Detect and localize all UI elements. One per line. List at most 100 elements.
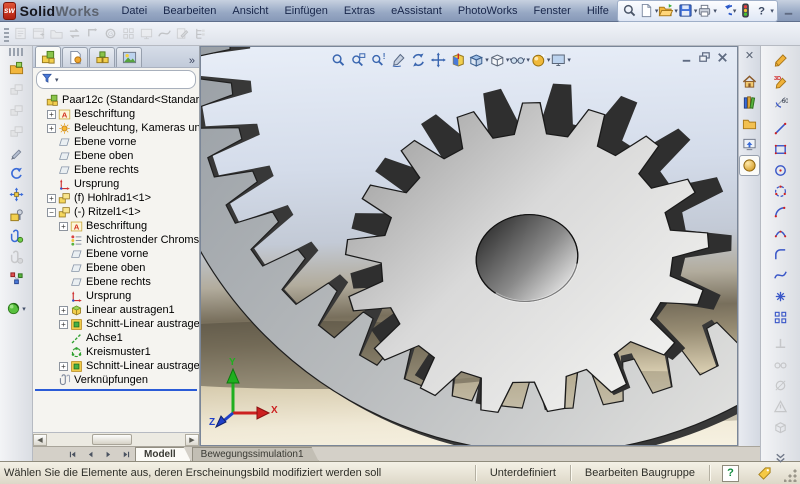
featuremanager-tab[interactable] [35,46,61,67]
appearances-tab[interactable] [740,156,759,175]
panel-overflow-chevron-icon[interactable]: » [189,55,195,67]
menu-eassistant[interactable]: eAssistant [383,3,450,19]
tree-item-verknüpfungen[interactable]: Verknüpfungen [33,373,199,387]
circular-sketch-pattern[interactable] [770,181,792,202]
exploded-view[interactable] [5,268,27,289]
tree-item-ursprung[interactable]: Ursprung [33,177,199,191]
search[interactable] [621,2,639,20]
scrollbar-thumb[interactable] [92,434,132,445]
doc-close[interactable] [713,50,731,65]
expand-icon[interactable]: + [59,222,68,231]
menu-photoworks[interactable]: PhotoWorks [450,3,526,19]
tags-icon[interactable] [757,466,772,481]
filter-dropdown-arrow[interactable]: ▾ [55,76,59,84]
tree-item-schnitt-linear-austragen2[interactable]: +Schnitt-Linear austragen2 [33,359,199,373]
collapse-icon[interactable]: − [47,208,56,217]
expand-icon[interactable]: + [59,362,68,371]
minimize-window[interactable] [780,2,798,20]
tree-item-beleuchtung-kameras-und-büh[interactable]: +Beleuchtung, Kameras und Büh [33,121,199,135]
graphics-viewport[interactable]: !▾▾▾▾▾ Y X Z [200,46,738,446]
doc-tab-modell[interactable]: Modell [135,447,191,461]
new-motion-study[interactable]: ▾ [5,298,27,319]
menu-extras[interactable]: Extras [336,3,383,19]
tree-item-beschriftung[interactable]: +ABeschriftung [33,107,199,121]
linear-sketch-pattern[interactable] [770,307,792,328]
expand-icon[interactable]: + [47,124,56,133]
doc-minimize[interactable] [677,50,695,65]
menu-bearbeiten[interactable]: Bearbeiten [155,3,224,19]
3d-sketch[interactable]: 3D [770,71,792,92]
tree-item-nichtrostender-chromstahl[interactable]: Nichtrostender Chromstahl [33,233,199,247]
tree-item-ebene-rechts[interactable]: Ebene rechts [33,275,199,289]
display-style[interactable]: ▾ [489,50,510,69]
configurationmanager-tab[interactable] [89,47,115,67]
3-point-arc[interactable] [770,223,792,244]
edit-appearance[interactable]: ▾ [530,50,551,69]
menu-einf-gen[interactable]: Einfügen [276,3,335,19]
rotate-view-stylus[interactable] [388,50,408,69]
view-orientation[interactable]: ▾ [468,50,489,69]
tree-item-ursprung[interactable]: Ursprung [33,289,199,303]
rollback-bar[interactable] [35,389,197,391]
interference-check-traffic-light[interactable] [736,2,754,20]
zoom-to-area[interactable] [348,50,368,69]
rotate-view[interactable] [408,50,428,69]
print[interactable]: ▾ [697,2,717,20]
tree-item-ebene-oben[interactable]: Ebene oben [33,149,199,163]
move-component[interactable] [5,184,27,205]
resize-grip[interactable] [784,468,798,482]
tree-filter-input[interactable]: ▾ [36,70,196,89]
circle[interactable] [770,160,792,181]
more-tools[interactable] [770,447,792,468]
zoom-to-fit[interactable]: ! [368,50,388,69]
tree-item-ebene-vorne[interactable]: Ebene vorne [33,247,199,261]
expand-icon[interactable]: + [59,306,68,315]
scroll-right-button[interactable]: ▶ [185,434,199,446]
smart-dimension[interactable]: 60 [770,92,792,113]
task-pane-close-icon[interactable]: ✕ [745,49,754,62]
tree-item-ebene-vorne[interactable]: Ebene vorne [33,135,199,149]
solidworks-resources-tab[interactable] [740,72,759,91]
propertymanager-tab[interactable] [62,47,88,67]
tree-item-achse1[interactable]: Achse1 [33,331,199,345]
line[interactable] [770,118,792,139]
open-document[interactable]: ▾ [658,2,678,20]
smart-fasteners[interactable] [5,205,27,226]
view-palette-tab[interactable] [740,135,759,154]
tree-item-schnitt-linear-austragen1[interactable]: +Schnitt-Linear austragen1 [33,317,199,331]
mate[interactable] [5,226,27,247]
section-view[interactable] [448,50,468,69]
doc-restore[interactable] [695,50,713,65]
menu-hilfe[interactable]: Hilfe [579,3,617,19]
expand-icon[interactable]: + [47,110,56,119]
tree-item-paar12c-standard-standard-anz[interactable]: Paar12c (Standard<Standard_Anz [33,93,199,107]
design-library-tab[interactable] [740,93,759,112]
tree-item-f-hohlrad1-1[interactable]: +(f) Hohlrad1<1> [33,191,199,205]
tangent-arc[interactable] [770,202,792,223]
new-document[interactable]: ▾ [639,2,659,20]
save[interactable]: ▾ [678,2,698,20]
tree-item-ebene-rechts[interactable]: Ebene rechts [33,163,199,177]
edit-component-pen[interactable] [5,142,27,163]
dropdown-arrow[interactable]: ▾ [770,7,774,15]
menu-fenster[interactable]: Fenster [526,3,579,19]
tree-item-ritzel1-1[interactable]: −(-) Ritzel1<1> [33,205,199,219]
toolbar-drag-handle[interactable] [9,48,23,56]
insert-component[interactable] [5,58,27,79]
tree-item-kreismuster1[interactable]: Kreismuster1 [33,345,199,359]
apply-scene[interactable]: ▾ [550,50,571,69]
tree-item-ebene-oben[interactable]: Ebene oben [33,261,199,275]
undo[interactable]: ▾ [717,2,737,20]
sketch-fillet[interactable] [770,244,792,265]
spline[interactable] [770,265,792,286]
sketch[interactable] [770,50,792,71]
hide-show-items[interactable]: ▾ [509,50,530,69]
dropdown-arrow[interactable]: ▾ [567,56,571,64]
menu-datei[interactable]: Datei [113,3,155,19]
next-tab-button[interactable] [99,448,117,461]
rotate-component[interactable] [5,163,27,184]
first-tab-button[interactable] [63,448,81,461]
toolbar-drag-handle[interactable] [4,26,9,42]
pan[interactable] [428,50,448,69]
help[interactable]: ?▾ [754,2,774,20]
